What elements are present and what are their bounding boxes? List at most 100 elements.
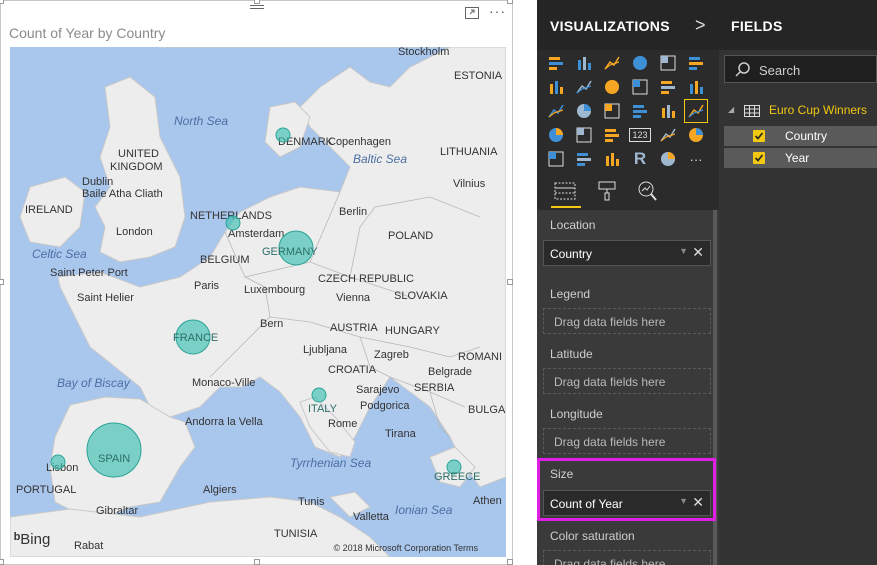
place-label: Algiers <box>203 484 237 496</box>
resize-handle[interactable] <box>507 0 513 4</box>
place-label: KINGDOM <box>110 161 163 173</box>
r-visual-icon[interactable]: R <box>629 148 651 170</box>
place-label: Baile Atha Cliath <box>82 188 163 200</box>
100-bar-icon[interactable] <box>657 52 679 74</box>
map-bubble-italy[interactable] <box>311 387 327 403</box>
map-bubble-denmark[interactable] <box>275 127 291 143</box>
field-name: Year <box>785 151 810 165</box>
sea-label: Baltic Sea <box>353 152 407 166</box>
line-column-icon[interactable] <box>629 76 651 98</box>
latitude-drop-zone[interactable]: Drag data fields here <box>543 368 711 394</box>
resize-handle[interactable] <box>0 0 4 4</box>
table-icon <box>744 105 760 117</box>
matrix-icon[interactable] <box>601 148 623 170</box>
line-clustered-icon[interactable] <box>657 76 679 98</box>
place-label: BELGIUM <box>200 254 250 266</box>
place-label: Amsterdam <box>228 228 284 240</box>
active-tab-underline <box>551 206 581 208</box>
bing-logo: ᵇBing <box>14 531 51 548</box>
more-icon[interactable]: ··· <box>685 148 707 170</box>
map-visual-container[interactable]: ··· Count of Year by Country North Sea B… <box>0 0 513 565</box>
place-label: Saint Helier <box>77 292 134 304</box>
bubble-country-label: GREECE <box>434 471 480 483</box>
sea-label: North Sea <box>174 114 228 128</box>
place-label: Monaco-Ville <box>192 377 255 389</box>
map-canvas[interactable]: North Sea Baltic Sea Celtic Sea Bay of B… <box>10 47 506 557</box>
field-row-country[interactable]: Country <box>724 126 877 146</box>
place-label: IRELAND <box>25 204 73 216</box>
100-column-icon[interactable] <box>685 52 707 74</box>
place-label: AUSTRIA <box>330 322 378 334</box>
resize-handle[interactable] <box>254 559 260 565</box>
field-row-year[interactable]: Year <box>724 148 877 168</box>
bubble-country-label: SPAIN <box>98 453 130 465</box>
slicer-icon[interactable] <box>545 148 567 170</box>
resize-handle[interactable] <box>0 279 4 285</box>
place-label: Zagreb <box>374 349 409 361</box>
focus-mode-icon[interactable] <box>465 6 479 19</box>
format-paint-icon[interactable] <box>594 180 622 204</box>
resize-handle[interactable] <box>507 559 513 565</box>
donut-icon[interactable] <box>629 100 651 122</box>
clustered-bar-icon[interactable] <box>601 52 623 74</box>
map-icon[interactable] <box>684 99 708 123</box>
table-icon[interactable] <box>573 148 595 170</box>
clustered-column-icon[interactable] <box>629 52 651 74</box>
legend-drop-zone[interactable]: Drag data fields here <box>543 308 711 334</box>
more-options-icon[interactable]: ··· <box>489 3 506 19</box>
scatter-icon[interactable] <box>573 100 595 122</box>
line-icon[interactable] <box>545 76 567 98</box>
stacked-column-icon[interactable] <box>573 52 595 74</box>
area-icon[interactable] <box>573 76 595 98</box>
color-saturation-drop-zone[interactable]: Drag data fields here <box>543 550 711 565</box>
multirow-card-icon[interactable] <box>657 124 679 146</box>
dropdown-icon[interactable]: ▼ <box>679 246 688 256</box>
card-icon[interactable]: 123 <box>629 128 651 142</box>
place-label: Ljubljana <box>303 344 348 356</box>
map-bubble-spain[interactable] <box>86 422 142 478</box>
longitude-drop-zone[interactable]: Drag data fields here <box>543 428 711 454</box>
waterfall-icon[interactable] <box>545 100 567 122</box>
funnel-icon[interactable] <box>573 124 595 146</box>
map-bubble-portugal[interactable] <box>50 454 66 470</box>
treemap-icon[interactable] <box>657 100 679 122</box>
resize-handle[interactable] <box>254 0 260 4</box>
latitude-well-label: Latitude <box>550 347 593 361</box>
app-root: ··· Count of Year by Country North Sea B… <box>0 0 877 565</box>
filled-map-icon[interactable] <box>545 124 567 146</box>
checkbox-checked-icon[interactable] <box>753 152 765 164</box>
fields-title: FIELDS <box>731 18 783 34</box>
copyright-text[interactable]: © 2018 Microsoft Corporation Terms <box>333 543 478 553</box>
location-field-pill[interactable]: Country ▼ ✕ <box>543 240 711 266</box>
stacked-area-icon[interactable] <box>601 76 623 98</box>
sea-label: Bay of Biscay <box>57 376 131 390</box>
pie-icon[interactable] <box>601 100 623 122</box>
drag-grip-icon[interactable] <box>250 5 264 13</box>
stacked-bar-icon[interactable] <box>545 52 567 74</box>
place-label: TUNISIA <box>274 528 318 540</box>
collapse-chevron-icon[interactable]: > <box>695 15 706 36</box>
location-field-name: Country <box>550 247 593 261</box>
place-label: Athen <box>473 495 502 507</box>
map-svg: North Sea Baltic Sea Celtic Sea Bay of B… <box>10 47 506 557</box>
map-bubble-netherlands[interactable] <box>225 215 241 231</box>
resize-handle[interactable] <box>507 279 513 285</box>
analytics-icon[interactable] <box>634 180 662 204</box>
resize-handle[interactable] <box>0 559 4 565</box>
fields-header: FIELDS <box>719 0 877 50</box>
remove-field-icon[interactable]: ✕ <box>692 244 704 261</box>
bubble-country-label: FRANCE <box>173 332 218 344</box>
place-label: Podgorica <box>360 400 410 412</box>
place-label: CZECH REPUBLIC <box>318 273 414 285</box>
globe-icon[interactable] <box>657 148 679 170</box>
ribbon-icon[interactable] <box>685 76 707 98</box>
place-label: Andorra la Vella <box>185 416 264 428</box>
expand-collapse-icon[interactable]: ◢ <box>728 105 734 114</box>
kpi-icon[interactable] <box>685 124 707 146</box>
checkbox-checked-icon[interactable] <box>753 130 765 142</box>
fields-tab-icon[interactable] <box>552 180 580 204</box>
table-node-euro-cup-winners[interactable]: ◢ Euro Cup Winners <box>719 100 877 122</box>
place-label: Gibraltar <box>96 505 139 517</box>
fields-search-input[interactable]: Search <box>724 55 877 83</box>
gauge-icon[interactable] <box>601 124 623 146</box>
